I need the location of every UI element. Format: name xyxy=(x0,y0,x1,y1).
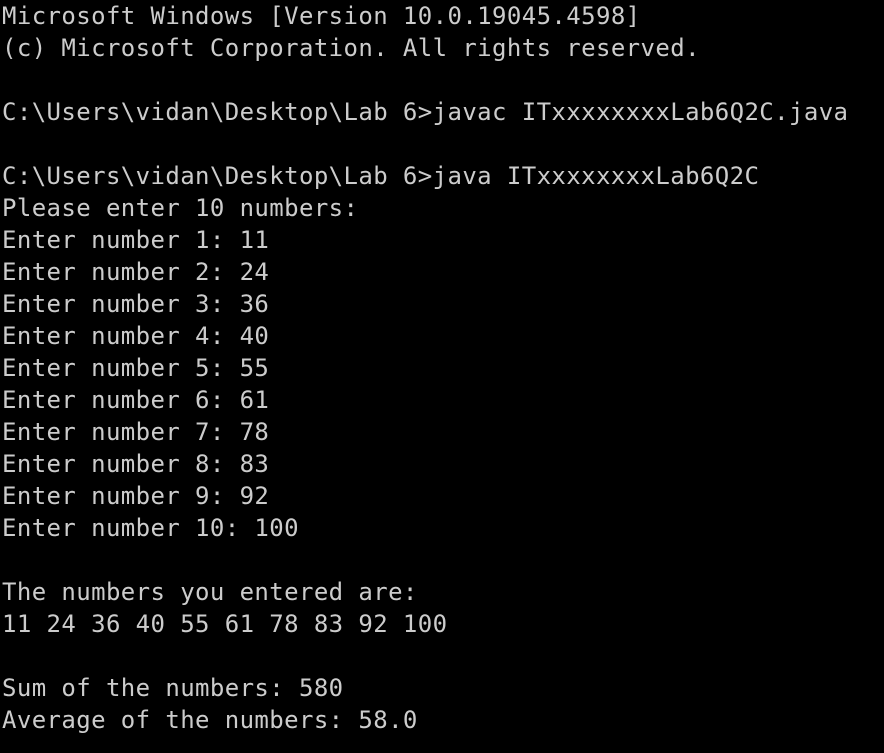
terminal-line-numbers-list: 11 24 36 40 55 61 78 83 92 100 xyxy=(2,610,448,638)
terminal-line-input-7: Enter number 7: 78 xyxy=(2,418,270,446)
terminal-line-javac-command: C:\Users\vidan\Desktop\Lab 6>javac ITxxx… xyxy=(2,98,849,126)
terminal-line-numbers-header: The numbers you entered are: xyxy=(2,578,418,606)
terminal-line-average: Average of the numbers: 58.0 xyxy=(2,706,418,734)
terminal-line-copyright: (c) Microsoft Corporation. All rights re… xyxy=(2,34,700,62)
terminal-line-input-8: Enter number 8: 83 xyxy=(2,450,270,478)
terminal-line-input-5: Enter number 5: 55 xyxy=(2,354,270,382)
terminal-line-prompt: Please enter 10 numbers: xyxy=(2,194,359,222)
terminal-line-input-10: Enter number 10: 100 xyxy=(2,514,299,542)
terminal-line-input-2: Enter number 2: 24 xyxy=(2,258,270,286)
terminal-line-input-6: Enter number 6: 61 xyxy=(2,386,270,414)
terminal-line-input-9: Enter number 9: 92 xyxy=(2,482,270,510)
terminal-line-sum: Sum of the numbers: 580 xyxy=(2,674,344,702)
terminal-line-os-version: Microsoft Windows [Version 10.0.19045.45… xyxy=(2,2,641,30)
terminal-console[interactable]: Microsoft Windows [Version 10.0.19045.45… xyxy=(2,0,882,753)
terminal-line-input-4: Enter number 4: 40 xyxy=(2,322,270,350)
terminal-line-input-3: Enter number 3: 36 xyxy=(2,290,270,318)
terminal-line-input-1: Enter number 1: 11 xyxy=(2,226,270,254)
terminal-line-java-command: C:\Users\vidan\Desktop\Lab 6>java ITxxxx… xyxy=(2,162,760,190)
